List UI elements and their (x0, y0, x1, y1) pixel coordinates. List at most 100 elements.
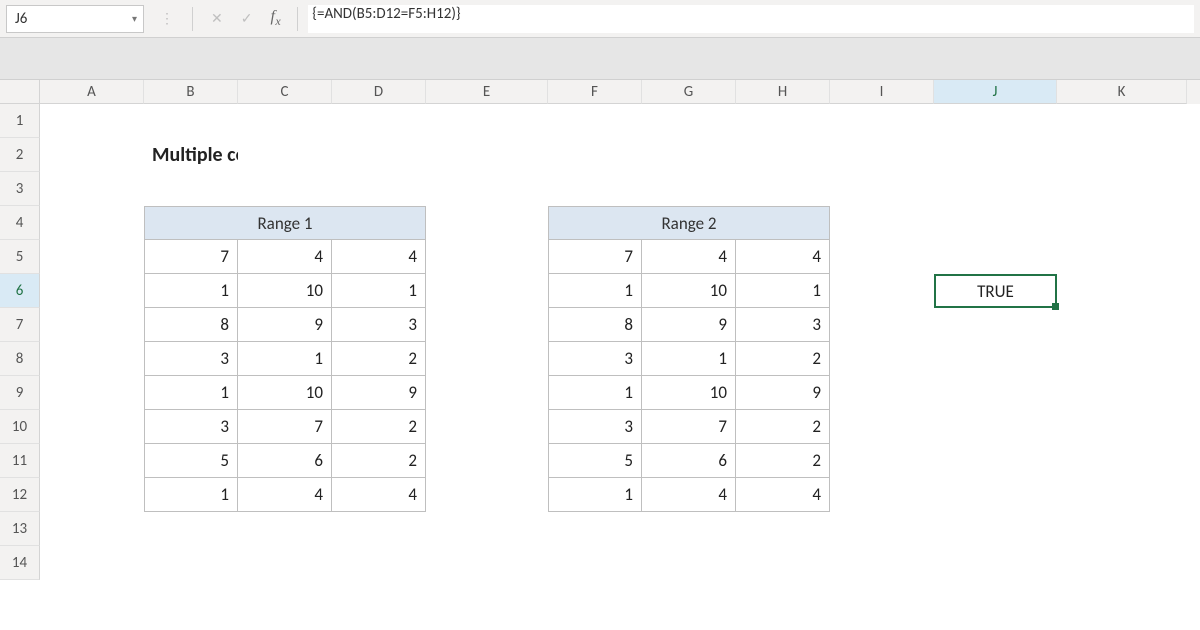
cell-K8[interactable] (1057, 342, 1187, 376)
cell-K11[interactable] (1057, 444, 1187, 478)
cell-B1[interactable] (144, 104, 238, 138)
row-header-2[interactable]: 2 (0, 138, 40, 172)
cell-G9[interactable]: 10 (642, 376, 736, 410)
cell-J3[interactable] (934, 172, 1057, 206)
cell-J5[interactable] (934, 240, 1057, 274)
cell-J4[interactable] (934, 206, 1057, 240)
cell-H11[interactable]: 2 (736, 444, 830, 478)
cell-D13[interactable] (332, 512, 426, 546)
cell-H13[interactable] (736, 512, 830, 546)
cell-B5[interactable]: 7 (144, 240, 238, 274)
cell-D7[interactable]: 3 (332, 308, 426, 342)
cell-F9[interactable]: 1 (548, 376, 642, 410)
cell-G6[interactable]: 10 (642, 274, 736, 308)
cell-A4[interactable] (40, 206, 144, 240)
cell-I12[interactable] (830, 478, 934, 512)
cell-E4[interactable] (426, 206, 548, 240)
cell-I7[interactable] (830, 308, 934, 342)
cell-C11[interactable]: 6 (238, 444, 332, 478)
cell-D5[interactable]: 4 (332, 240, 426, 274)
cell-E13[interactable] (426, 512, 548, 546)
cell-G5[interactable]: 4 (642, 240, 736, 274)
cell-C13[interactable] (238, 512, 332, 546)
cell-B9[interactable]: 1 (144, 376, 238, 410)
name-box[interactable]: J6 ▾ (6, 5, 144, 33)
cell-J1[interactable] (934, 104, 1057, 138)
cell-G13[interactable] (642, 512, 736, 546)
cell-K9[interactable] (1057, 376, 1187, 410)
cell-C10[interactable]: 7 (238, 410, 332, 444)
cell-I6[interactable] (830, 274, 934, 308)
cell-I9[interactable] (830, 376, 934, 410)
cell-G3[interactable] (642, 172, 736, 206)
cell-F8[interactable]: 3 (548, 342, 642, 376)
cell-A7[interactable] (40, 308, 144, 342)
cell-C12[interactable]: 4 (238, 478, 332, 512)
cell-C2[interactable] (238, 138, 332, 172)
enter-icon[interactable]: ✓ (241, 12, 253, 26)
cell-C6[interactable]: 10 (238, 274, 332, 308)
col-header-I[interactable]: I (830, 80, 934, 104)
cell-D6[interactable]: 1 (332, 274, 426, 308)
col-header-G[interactable]: G (642, 80, 736, 104)
worksheet-grid[interactable]: A B C D E F G H I J K 12Multiple cells a… (0, 80, 1200, 580)
fx-icon[interactable]: fx (270, 8, 281, 29)
col-header-E[interactable]: E (426, 80, 548, 104)
row-header-5[interactable]: 5 (0, 240, 40, 274)
cell-G2[interactable] (642, 138, 736, 172)
cell-D1[interactable] (332, 104, 426, 138)
cell-A1[interactable] (40, 104, 144, 138)
cell-D8[interactable]: 2 (332, 342, 426, 376)
cell-I10[interactable] (830, 410, 934, 444)
cell-F7[interactable]: 8 (548, 308, 642, 342)
cell-E2[interactable] (426, 138, 548, 172)
cell-H6[interactable]: 1 (736, 274, 830, 308)
row-header-11[interactable]: 11 (0, 444, 40, 478)
cell-A2[interactable] (40, 138, 144, 172)
cell-E8[interactable] (426, 342, 548, 376)
cell-J2[interactable] (934, 138, 1057, 172)
cell-H9[interactable]: 9 (736, 376, 830, 410)
cell-D3[interactable] (332, 172, 426, 206)
cell-F12[interactable]: 1 (548, 478, 642, 512)
cell-I14[interactable] (830, 546, 934, 580)
cell-K6[interactable] (1057, 274, 1187, 308)
cell-D2[interactable] (332, 138, 426, 172)
cell-K7[interactable] (1057, 308, 1187, 342)
formula-input[interactable]: {=AND(B5:D12=F5:H12)} (308, 5, 1194, 33)
cell-J9[interactable] (934, 376, 1057, 410)
cell-F2[interactable] (548, 138, 642, 172)
col-header-A[interactable]: A (40, 80, 144, 104)
name-box-dropdown-icon[interactable]: ▾ (132, 12, 137, 25)
row-header-4[interactable]: 4 (0, 206, 40, 240)
cell-B6[interactable]: 1 (144, 274, 238, 308)
cell-K5[interactable] (1057, 240, 1187, 274)
cell-A13[interactable] (40, 512, 144, 546)
cell-A9[interactable] (40, 376, 144, 410)
cell-G10[interactable]: 7 (642, 410, 736, 444)
cell-H10[interactable]: 2 (736, 410, 830, 444)
cell-B3[interactable] (144, 172, 238, 206)
cell-B10[interactable]: 3 (144, 410, 238, 444)
cell-C5[interactable]: 4 (238, 240, 332, 274)
cell-B13[interactable] (144, 512, 238, 546)
cell-E11[interactable] (426, 444, 548, 478)
cell-F3[interactable] (548, 172, 642, 206)
cell-D14[interactable] (332, 546, 426, 580)
cell-D9[interactable]: 9 (332, 376, 426, 410)
row-header-6[interactable]: 6 (0, 274, 40, 308)
row-header-12[interactable]: 12 (0, 478, 40, 512)
cell-H2[interactable] (736, 138, 830, 172)
cell-H5[interactable]: 4 (736, 240, 830, 274)
cell-H8[interactable]: 2 (736, 342, 830, 376)
cell-I2[interactable] (830, 138, 934, 172)
row-header-7[interactable]: 7 (0, 308, 40, 342)
cell-B14[interactable] (144, 546, 238, 580)
cell-D12[interactable]: 4 (332, 478, 426, 512)
col-header-B[interactable]: B (144, 80, 238, 104)
cell-E5[interactable] (426, 240, 548, 274)
col-header-H[interactable]: H (736, 80, 830, 104)
row-header-3[interactable]: 3 (0, 172, 40, 206)
cell-J12[interactable] (934, 478, 1057, 512)
cell-C9[interactable]: 10 (238, 376, 332, 410)
